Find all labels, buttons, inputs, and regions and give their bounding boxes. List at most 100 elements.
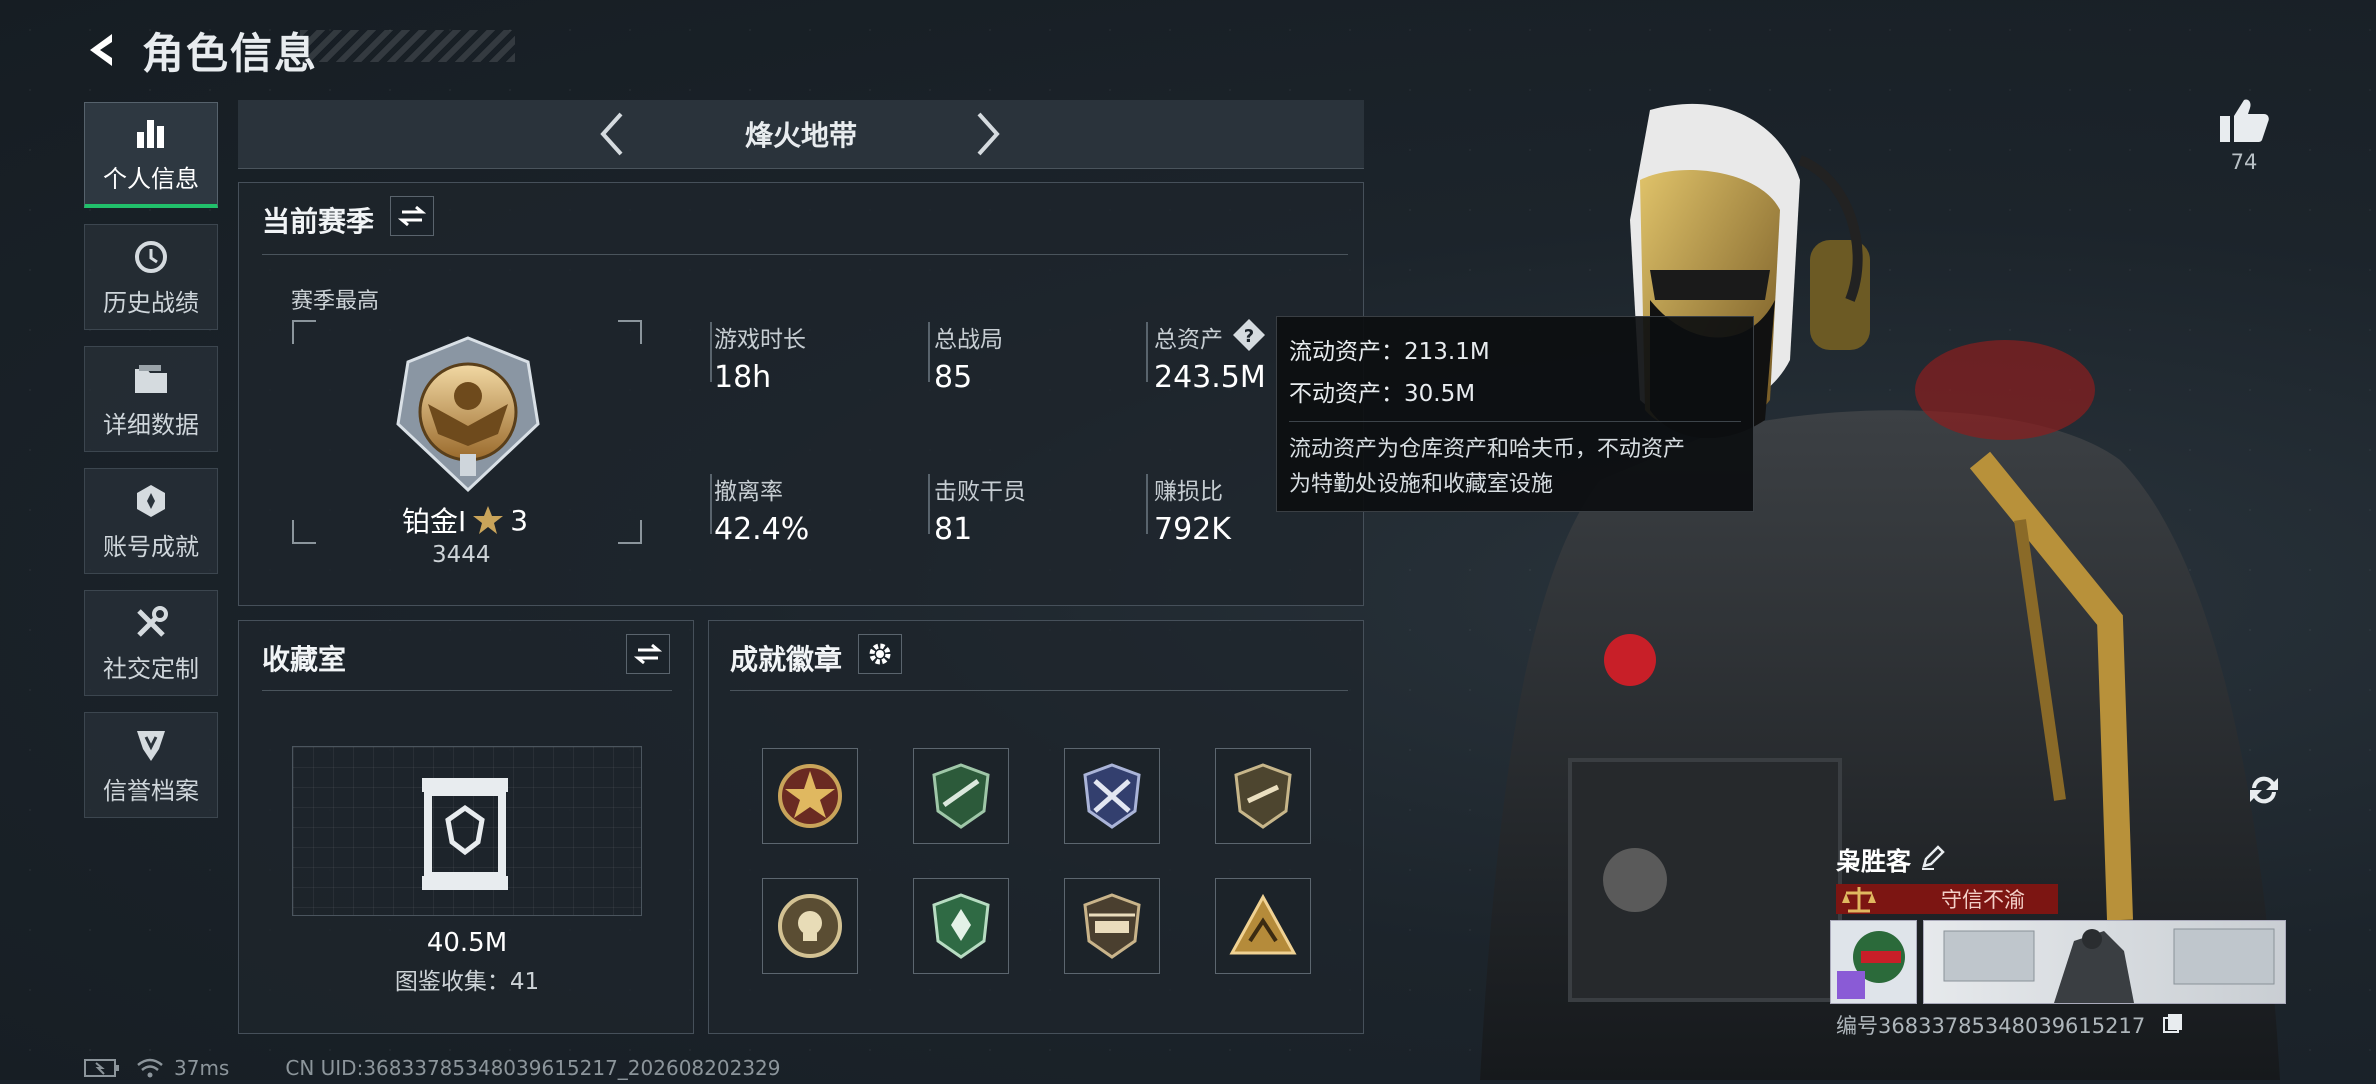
tooltip-description-line1: 流动资产为仓库资产和哈夫币，不动资产 — [1289, 437, 1686, 462]
like-count: 74 — [2230, 150, 2258, 174]
assets-help-icon[interactable]: ? — [1232, 318, 1266, 356]
badge-slot[interactable] — [762, 878, 858, 974]
like-button[interactable]: 74 — [2218, 96, 2270, 174]
svg-text:?: ? — [1244, 326, 1254, 347]
sidebar-item-credit-file[interactable]: 信誉档案 — [84, 712, 218, 818]
sidebar-item-social-custom[interactable]: 社交定制 — [84, 590, 218, 696]
stat-label-matches: 总战局 — [934, 327, 1003, 353]
battery-icon — [84, 1059, 119, 1077]
sidebar-item-personal-info[interactable]: 个人信息 — [84, 102, 218, 208]
badge-slot[interactable] — [913, 878, 1009, 974]
frame-corner — [618, 520, 642, 544]
stat-value-profit-ratio: 792K — [1154, 512, 1231, 547]
season-title: 当前赛季 — [262, 205, 375, 238]
player-id: 编号36833785348039615217 — [1836, 1014, 2146, 1038]
season-divider — [262, 254, 1348, 255]
stat-label-playtime: 游戏时长 — [714, 327, 806, 353]
next-mode-button[interactable] — [964, 110, 1012, 158]
rank-emblem-icon — [388, 334, 548, 498]
tooltip-fixed-assets: 不动资产：30.5M — [1289, 381, 1476, 407]
collection-divider — [262, 690, 672, 691]
sidebar: 个人信息 历史战绩 详细数据 账号成就 社交定制 信誉档案 — [84, 102, 220, 834]
gear-icon — [869, 643, 891, 665]
swap-icon — [398, 205, 426, 227]
skull-emblem-icon — [778, 894, 842, 958]
achievements-divider — [730, 690, 1348, 691]
stat-label-profit-ratio: 赚损比 — [1154, 479, 1223, 505]
collection-title: 收藏室 — [262, 643, 347, 676]
sidebar-item-label: 详细数据 — [103, 410, 199, 439]
refresh-button[interactable] — [2244, 770, 2284, 814]
achievements-settings-button[interactable] — [858, 634, 902, 674]
tools-icon — [131, 603, 171, 643]
player-title-tag[interactable]: 守信不渝 — [1836, 884, 2058, 914]
back-button[interactable] — [80, 28, 124, 72]
copy-id-button[interactable] — [2162, 1012, 2184, 1038]
stat-value-playtime: 18h — [714, 360, 772, 395]
player-title-text: 守信不渝 — [1941, 888, 2025, 912]
rank-points: 3444 — [432, 542, 491, 568]
badge-slot[interactable] — [1064, 748, 1160, 844]
frame-corner — [292, 320, 316, 344]
chevron-left-icon — [600, 112, 623, 156]
sidebar-item-history[interactable]: 历史战绩 — [84, 224, 218, 330]
stat-divider — [928, 322, 930, 382]
badge-slot[interactable] — [1215, 878, 1311, 974]
scales-icon — [1842, 887, 1876, 913]
mountain-badge-icon — [1229, 893, 1297, 955]
frame-corner — [618, 320, 642, 344]
crossed-guns-icon — [1083, 763, 1141, 829]
stat-value-kills: 81 — [934, 512, 973, 547]
edit-name-button[interactable] — [1920, 844, 1946, 874]
sidebar-item-detailed-data[interactable]: 详细数据 — [84, 346, 218, 452]
stat-label-extract-rate: 撤离率 — [714, 479, 783, 505]
tooltip-description-line2: 为特勤处设施和收藏室设施 — [1289, 472, 1554, 497]
folder-icon — [131, 359, 171, 399]
rank-name: 铂金Ⅰ — [402, 505, 467, 538]
gun-badge-icon — [1234, 763, 1292, 829]
refresh-icon — [2250, 776, 2278, 804]
status-footer: 37ms CN UID:36833785348039615217_2026082… — [84, 1056, 781, 1080]
sidebar-item-achievements[interactable]: 账号成就 — [84, 468, 218, 574]
profile-banner[interactable] — [1923, 920, 2286, 1004]
stat-value-matches: 85 — [934, 360, 973, 395]
badge-slot[interactable] — [762, 748, 858, 844]
tooltip-liquid-assets: 流动资产：213.1M — [1289, 339, 1490, 365]
rank-stars: 3 — [510, 503, 529, 537]
copy-icon — [2163, 1014, 2182, 1033]
stat-value-assets: 243.5M — [1154, 360, 1266, 395]
stat-divider — [710, 474, 712, 534]
footer-uid: CN UID:36833785348039615217_202608202329 — [285, 1056, 781, 1080]
stat-label-kills: 击败干员 — [934, 479, 1026, 505]
avatar-character-icon — [1831, 921, 1917, 1003]
achievement-icon — [131, 481, 171, 521]
pencil-icon — [1922, 845, 1945, 870]
season-switch-button[interactable] — [390, 196, 434, 236]
page-title: 角色信息 — [142, 28, 319, 78]
clock-icon — [131, 237, 171, 277]
mode-selector: 烽火地带 — [238, 100, 1364, 169]
stat-divider — [710, 322, 712, 382]
green-shield-icon — [932, 893, 990, 959]
wifi-icon — [137, 1058, 163, 1078]
stat-value-extract-rate: 42.4% — [714, 512, 810, 547]
ping-value: 37ms — [174, 1056, 230, 1080]
bar-chart-icon — [131, 113, 171, 153]
achievements-title: 成就徽章 — [730, 643, 843, 676]
stat-divider — [1146, 474, 1148, 534]
badge-slot[interactable] — [1215, 748, 1311, 844]
badge-slot[interactable] — [1064, 878, 1160, 974]
banner-soldier-image — [1943, 928, 2275, 1003]
header: 角色信息 — [80, 22, 318, 78]
assets-tooltip: 流动资产：213.1M 不动资产：30.5M 流动资产为仓库资产和哈夫币，不动资… — [1276, 316, 1754, 512]
collection-switch-button[interactable] — [626, 634, 670, 674]
star-medal-icon — [778, 764, 842, 828]
stat-divider — [1146, 322, 1148, 382]
prev-mode-button[interactable] — [588, 110, 636, 158]
sidebar-item-label: 信誉档案 — [103, 776, 199, 805]
avatar[interactable] — [1830, 920, 1918, 1004]
sidebar-item-label: 历史战绩 — [103, 288, 199, 317]
badge-slot[interactable] — [913, 748, 1009, 844]
sidebar-item-label: 个人信息 — [103, 165, 199, 193]
stat-label-assets: 总资产 — [1154, 327, 1223, 353]
